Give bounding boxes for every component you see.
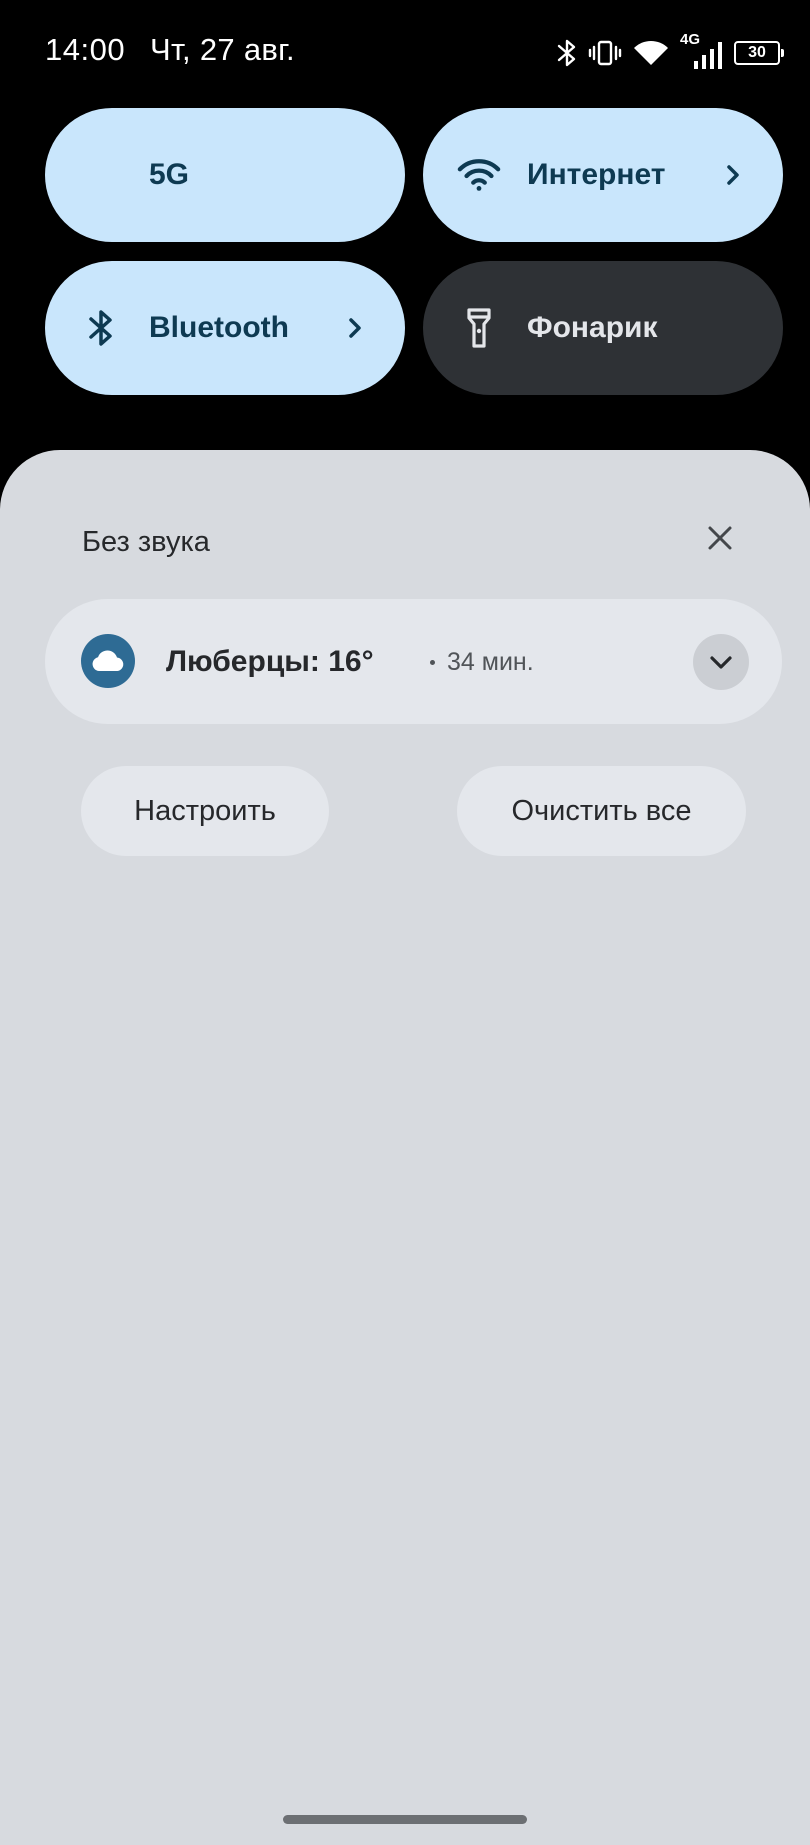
tile-5g[interactable]: 5G — [45, 108, 405, 242]
tile-flashlight-label: Фонарик — [527, 311, 658, 344]
tile-bluetooth[interactable]: Bluetooth — [45, 261, 405, 395]
battery-level: 30 — [748, 44, 766, 61]
flashlight-icon — [457, 306, 501, 350]
network-type: 4G — [680, 31, 724, 69]
tile-internet[interactable]: Интернет — [423, 108, 783, 242]
configure-button[interactable]: Настроить — [81, 766, 329, 856]
chevron-right-icon[interactable] — [341, 314, 369, 342]
bluetooth-icon — [556, 37, 578, 69]
status-time: 14:00 — [45, 32, 126, 67]
status-icons: 4G 30 — [556, 31, 784, 70]
tile-5g-label: 5G — [149, 158, 190, 191]
status-bar: 14:00 Чт, 27 авг. 4G 30 — [0, 0, 810, 100]
home-indicator[interactable] — [283, 1815, 527, 1824]
vibrate-icon — [588, 38, 622, 68]
notification-time: 34 мин. — [447, 648, 534, 676]
chevron-down-icon — [710, 656, 732, 669]
notification-shade: Без звука Люберцы: 16° 34 мин. Настроить… — [0, 450, 810, 1845]
battery-icon: 30 — [734, 41, 784, 65]
chevron-right-icon[interactable] — [719, 161, 747, 189]
section-title-silent: Без звука — [82, 526, 210, 558]
bluetooth-icon — [79, 306, 123, 350]
tile-internet-label: Интернет — [527, 158, 666, 191]
tile-flashlight[interactable]: Фонарик — [423, 261, 783, 395]
wifi-icon — [457, 153, 501, 197]
clear-all-button[interactable]: Очистить все — [457, 766, 746, 856]
cloud-icon — [81, 634, 135, 688]
cellular-signal-icon — [694, 42, 722, 69]
notification-title: Люберцы: 16° — [166, 645, 374, 678]
close-icon[interactable] — [696, 514, 744, 562]
separator-dot — [430, 660, 435, 665]
wifi-icon — [632, 38, 670, 68]
expand-button[interactable] — [693, 634, 749, 690]
weather-notification[interactable]: Люберцы: 16° 34 мин. — [45, 599, 782, 724]
tile-bluetooth-label: Bluetooth — [149, 311, 289, 344]
status-date: Чт, 27 авг. — [150, 32, 295, 67]
